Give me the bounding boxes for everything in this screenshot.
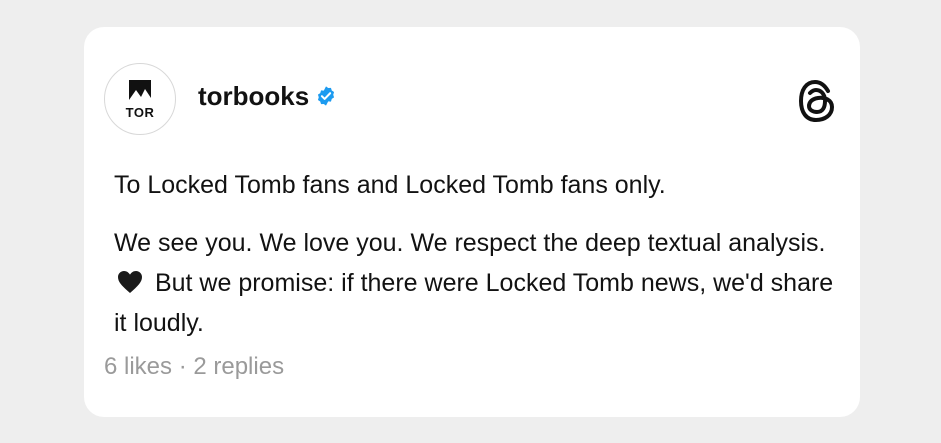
avatar-logo-text: TOR: [125, 105, 155, 120]
post-paragraph-1: To Locked Tomb fans and Locked Tomb fans…: [114, 171, 666, 199]
author-avatar[interactable]: TOR: [104, 63, 176, 135]
author-header: torbooks: [198, 79, 337, 113]
black-heart-icon: [118, 271, 142, 293]
threads-post-card: TOR torbooks To Locked Tomb fans and Loc…: [84, 27, 860, 417]
threads-icon[interactable]: [798, 79, 836, 123]
post-text-before-emoji: We see you. We love you. We respect the …: [114, 229, 826, 257]
post-paragraph-2: We see you. We love you. We respect the …: [114, 223, 834, 343]
post-text-after-emoji: But we promise: if there were Locked Tom…: [114, 269, 834, 337]
tor-logo-icon: [129, 80, 151, 100]
post-engagement-meta[interactable]: 6 likes · 2 replies: [104, 353, 284, 381]
author-username[interactable]: torbooks: [198, 81, 309, 112]
verified-badge-icon: [318, 86, 335, 106]
